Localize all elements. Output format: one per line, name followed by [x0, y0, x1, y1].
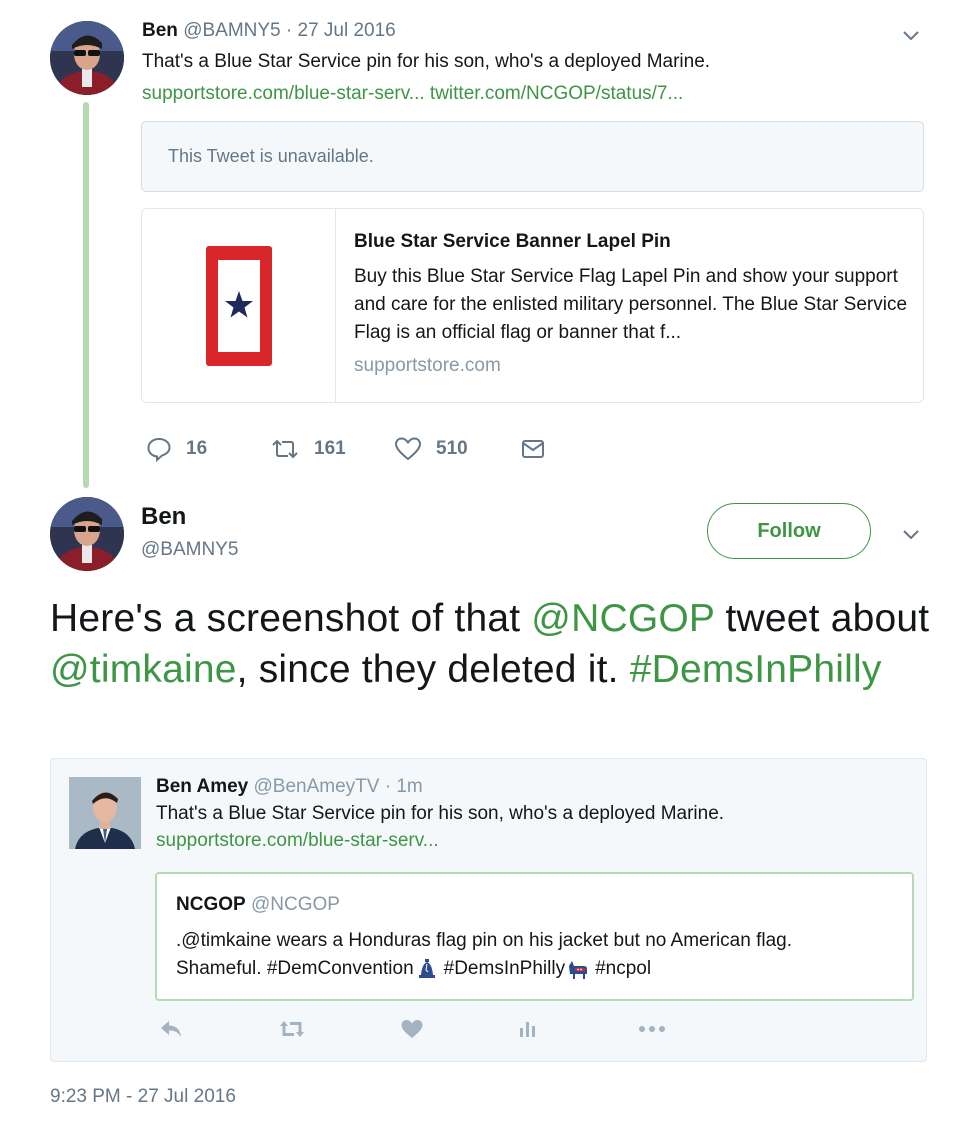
quoted-text-part: #ncpol [595, 958, 652, 979]
unavailable-text: This Tweet is unavailable. [168, 146, 374, 166]
link-supportstore[interactable]: supportstore.com/blue-star-serv... [142, 83, 425, 104]
like-action[interactable]: 510 [394, 436, 468, 462]
hashtag-demsinphilly[interactable]: #DemsInPhilly [630, 648, 882, 691]
chevron-down-icon[interactable] [900, 24, 922, 46]
avatar-photo [50, 21, 124, 95]
author-handle[interactable]: @BAMNY5 [183, 20, 280, 41]
card-title: Blue Star Service Banner Lapel Pin [354, 231, 671, 252]
embedded-screenshot[interactable]: Ben Amey @BenAmeyTV · 1m That's a Blue S… [50, 758, 927, 1062]
embedded-link: supportstore.com/blue-star-serv... [156, 830, 439, 851]
reply-count: 16 [186, 438, 208, 459]
avatar-photo [69, 777, 141, 849]
follow-button[interactable]: Follow [707, 503, 871, 559]
tweet-text-part: Here's a screenshot of that [50, 597, 532, 640]
donkey-icon [569, 961, 588, 979]
tweet-text-part: tweet about [714, 597, 930, 640]
tweet-timestamp[interactable]: 9:23 PM - 27 Jul 2016 [50, 1086, 236, 1108]
avatar-photo [50, 497, 124, 571]
embedded-text: That's a Blue Star Service pin for his s… [156, 803, 725, 824]
quoted-text-line1: .@timkaine wears a Honduras flag pin on … [176, 930, 792, 951]
unavailable-tweet-box: This Tweet is unavailable. [141, 121, 924, 192]
card-domain: supportstore.com [354, 355, 501, 376]
reply-icon [161, 1021, 181, 1037]
analytics-icon [520, 1022, 535, 1037]
embedded-header: Ben Amey @BenAmeyTV · 1m [156, 776, 423, 798]
retweet-count: 161 [314, 438, 346, 459]
quoted-text-part: Shameful. #DemConvention [176, 958, 414, 979]
author-handle[interactable]: @BAMNY5 [141, 539, 238, 561]
thread-line [83, 102, 89, 488]
author-name[interactable]: Ben [141, 503, 186, 531]
envelope-icon [522, 440, 544, 458]
embedded-handle: @BenAmeyTV [253, 776, 380, 797]
tweet-date[interactable]: · 27 Jul 2016 [286, 20, 396, 41]
mention-timkaine[interactable]: @timkaine [50, 648, 237, 691]
card-description: Buy this Blue Star Service Flag Lapel Pi… [354, 266, 908, 343]
reply-action[interactable]: 16 [146, 436, 207, 462]
tweet-text: Here's a screenshot of that @NCGOP tweet… [50, 593, 930, 695]
link-card[interactable]: Blue Star Service Banner Lapel Pin Buy t… [141, 208, 924, 403]
card-image[interactable] [142, 209, 336, 402]
link-twitter-status[interactable]: twitter.com/NCGOP/status/7... [430, 83, 683, 104]
avatar [69, 777, 141, 849]
more-icon [639, 1026, 665, 1032]
embedded-time: · 1m [384, 776, 423, 797]
chevron-down-icon[interactable] [900, 523, 922, 545]
heart-icon [394, 437, 422, 461]
liberty-bell-icon [418, 959, 435, 978]
quoted-author-name: NCGOP [176, 894, 246, 915]
quoted-text-line2: Shameful. #DemConvention #DemsInPhilly #… [176, 958, 651, 980]
retweet-icon [272, 439, 298, 459]
author-name[interactable]: Ben [142, 20, 178, 41]
quoted-tweet: NCGOP @NCGOP .@timkaine wears a Honduras… [155, 872, 914, 1001]
tweet-header: Ben @BAMNY5 · 27 Jul 2016 [142, 20, 396, 42]
avatar[interactable] [50, 21, 124, 95]
like-count: 510 [436, 438, 468, 459]
reply-icon [147, 437, 171, 462]
quoted-text-part: #DemsInPhilly [443, 958, 566, 979]
mention-ncgop[interactable]: @NCGOP [531, 597, 714, 640]
blue-star-pin-image [206, 246, 272, 366]
retweet-icon [280, 1021, 304, 1037]
tweet-links: supportstore.com/blue-star-serv... twitt… [142, 83, 683, 105]
dm-action[interactable] [520, 436, 560, 462]
quoted-handle: @NCGOP [250, 894, 340, 915]
embedded-author-name: Ben Amey [156, 776, 249, 797]
retweet-action[interactable]: 161 [270, 436, 346, 462]
quoted-header: NCGOP @NCGOP [176, 894, 340, 916]
heart-icon [401, 1020, 423, 1038]
tweet-text-part: , since they deleted it. [236, 648, 630, 691]
avatar[interactable] [50, 497, 124, 571]
tweet-text: That's a Blue Star Service pin for his s… [142, 51, 711, 72]
